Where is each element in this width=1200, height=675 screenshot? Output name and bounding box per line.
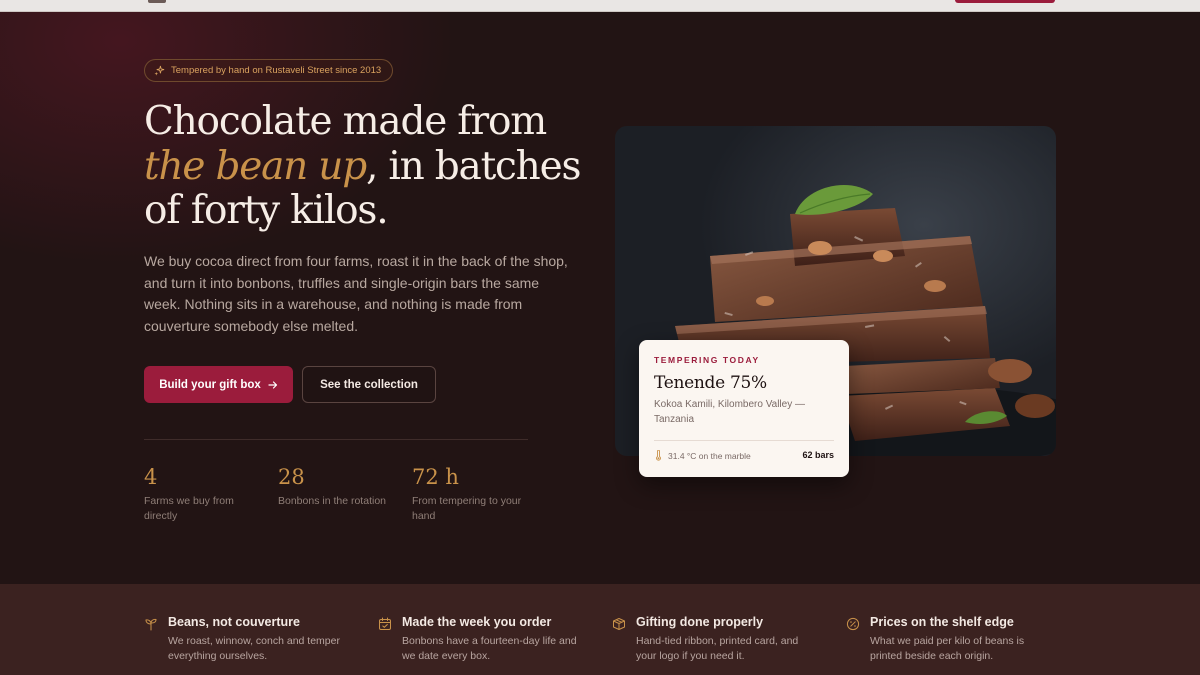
gift-box-icon — [613, 618, 625, 630]
stat-label: Bonbons in the rotation — [278, 495, 386, 507]
stat-value: 28 — [278, 465, 305, 489]
feature-desc: Hand-tied ribbon, printed card, and your… — [636, 635, 799, 662]
card-origin: Kokoa Kamili, Kilombero Valley — Tanzani… — [654, 399, 805, 425]
thermometer-icon — [656, 450, 661, 461]
intro-paragraph: We buy cocoa direct from four farms, roa… — [144, 253, 568, 334]
see-collection-button[interactable]: See the collection — [302, 366, 436, 403]
stat-tempering-time: 72 h From tempering to your hand — [412, 464, 536, 524]
feature-title: Made the week you order — [402, 615, 552, 629]
tempering-today-card: TEMPERING TODAY Tenende 75% Kokoa Kamili… — [639, 340, 849, 477]
page-title: Chocolate made from the bean up, in batc… — [144, 99, 584, 234]
heritage-badge: Tempered by hand on Rustaveli Street sin… — [144, 59, 394, 82]
nav-logo-stub[interactable] — [148, 0, 166, 3]
headline-line-3: of forty kilos. — [144, 188, 389, 233]
sparkle-icon — [154, 65, 165, 76]
percent-badge-icon — [846, 617, 860, 631]
feature-desc: What we paid per kilo of beans is printe… — [870, 635, 1025, 662]
stat-value: 72 h — [412, 465, 459, 489]
stat-label: Farms we buy from directly — [144, 495, 234, 522]
card-eyebrow: TEMPERING TODAY — [654, 355, 760, 365]
sprout-icon — [145, 618, 157, 631]
feature-made-weekly: Made the week you order Bonbons have a f… — [378, 615, 578, 664]
headline-line-2-rest: , in batches — [365, 143, 582, 189]
stats-divider — [144, 439, 528, 440]
calendar-icon — [379, 617, 391, 630]
badge-text: Tempered by hand on Rustaveli Street sin… — [171, 65, 382, 76]
headline-line-1: Chocolate made from — [144, 99, 547, 144]
see-collection-label: See the collection — [320, 378, 418, 391]
build-gift-box-label: Build your gift box — [159, 378, 261, 391]
feature-title: Prices on the shelf edge — [870, 615, 1014, 629]
build-gift-box-button[interactable]: Build your gift box — [144, 366, 293, 403]
stat-farms: 4 Farms we buy from directly — [144, 464, 268, 524]
arrow-right-icon — [268, 380, 277, 389]
feature-prices: Prices on the shelf edge What we paid pe… — [846, 615, 1046, 664]
feature-desc: Bonbons have a fourteen-day life and we … — [402, 635, 577, 662]
bar-count: 62 bars — [802, 450, 834, 460]
feature-gifting: Gifting done properly Hand-tied ribbon, … — [612, 615, 812, 664]
feature-desc: We roast, winnow, conch and temper every… — [168, 635, 340, 662]
card-title: Tenende 75% — [654, 373, 767, 393]
temperature-text: 31.4 °C on the marble — [668, 450, 751, 461]
card-divider — [654, 440, 834, 441]
hero-section: Tempered by hand on Rustaveli Street sin… — [0, 12, 1200, 584]
feature-title: Beans, not couverture — [168, 615, 300, 629]
stat-bonbons: 28 Bonbons in the rotation — [278, 464, 402, 509]
features-band: Beans, not couverture We roast, winnow, … — [0, 584, 1200, 675]
stat-value: 4 — [144, 465, 158, 489]
stat-label: From tempering to your hand — [412, 495, 522, 522]
feature-beans: Beans, not couverture We roast, winnow, … — [144, 615, 344, 664]
nav-cta-stub[interactable] — [955, 0, 1055, 3]
headline-accent: the bean up — [144, 143, 367, 189]
card-temperature: 31.4 °C on the marble — [654, 450, 751, 461]
feature-title: Gifting done properly — [636, 615, 764, 629]
browser-top-edge — [0, 0, 1200, 12]
